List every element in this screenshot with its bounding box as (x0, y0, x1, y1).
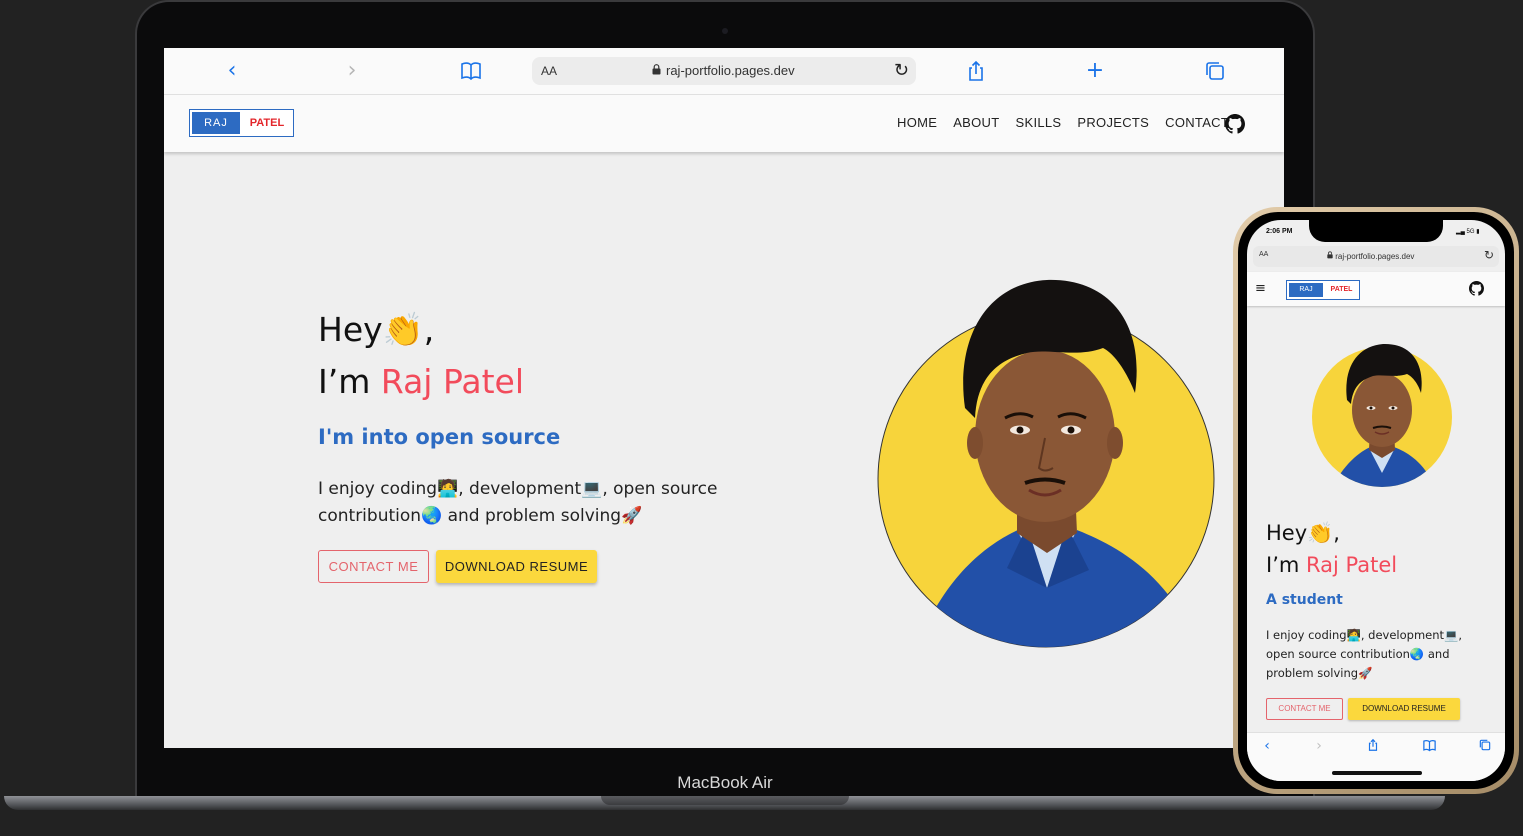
phone-logo-first-name: RAJ (1289, 283, 1323, 297)
github-icon[interactable] (1225, 114, 1245, 134)
lock-icon (652, 63, 661, 78)
phone-github-icon[interactable] (1469, 281, 1484, 296)
battery-icon: ▮ (1476, 229, 1480, 235)
phone-tabs-icon[interactable] (1476, 738, 1494, 756)
phone-home-indicator (1332, 771, 1422, 775)
phone-url-text: raj-portfolio.pages.dev (1335, 252, 1415, 261)
url-display[interactable]: raj-portfolio.pages.dev (652, 63, 795, 78)
network-label: 5G (1466, 229, 1475, 235)
hero-name: Raj Patel (380, 362, 524, 401)
phone-hero-tagline: A student (1266, 592, 1343, 608)
site-logo[interactable]: RAJ PATEL (189, 109, 294, 137)
logo-first-name: RAJ (192, 112, 240, 134)
back-icon[interactable]: ‹ (220, 59, 244, 83)
phone-status-time: 2:06 PM (1266, 228, 1293, 235)
hamburger-menu-icon[interactable]: ≡ (1255, 281, 1266, 296)
hero-description: I enjoy coding🧑‍💻, development💻, open so… (318, 479, 718, 526)
logo-last-name: PATEL (249, 117, 285, 129)
forward-icon[interactable]: › (340, 59, 364, 83)
phone-hero-intro-text: I’m (1266, 553, 1307, 577)
hero-intro: I’m Raj Patel (318, 362, 524, 401)
address-bar[interactable]: AA raj-portfolio.pages.dev ↻ (532, 57, 916, 85)
phone-contact-me-button[interactable]: CONTACT ME (1266, 698, 1343, 720)
phone-share-icon[interactable] (1364, 738, 1382, 756)
phone-hero-description: I enjoy coding🧑‍💻, development💻, open so… (1266, 628, 1463, 680)
phone-lock-icon (1327, 251, 1335, 261)
bookmarks-icon[interactable] (459, 59, 483, 83)
laptop-model-label: MacBook Air (677, 773, 773, 792)
hero-greeting: Hey👏, (318, 310, 435, 349)
phone-profile-photo (1312, 343, 1452, 487)
hero-intro-text: I’m (318, 362, 381, 401)
download-resume-button[interactable]: DOWNLOAD RESUME (436, 550, 597, 583)
phone-forward-icon[interactable]: › (1310, 738, 1328, 754)
reader-aa-button[interactable]: AA (541, 64, 557, 78)
phone-screen: 2:06 PM ▂▄ 5G ▮ AA raj-portfolio.pages.d… (1247, 220, 1505, 781)
phone-download-resume-button[interactable]: DOWNLOAD RESUME (1348, 698, 1460, 720)
profile-photo (877, 279, 1215, 648)
phone-reader-aa-button[interactable]: AA (1259, 251, 1268, 258)
laptop-camera (722, 28, 728, 34)
phone-reload-icon[interactable]: ↻ (1484, 248, 1494, 262)
laptop-screen: ‹ › AA raj-portfolio.pages.dev ↻ + RAJ P… (164, 48, 1284, 748)
phone-hero-greeting: Hey👏, (1266, 521, 1340, 545)
phone-status-signal: ▂▄ 5G ▮ (1456, 228, 1480, 235)
phone-site-navbar: ≡ RAJ PATEL (1247, 272, 1505, 306)
laptop-opening-notch (601, 796, 849, 805)
phone-site-logo[interactable]: RAJ PATEL (1286, 280, 1360, 300)
contact-me-button[interactable]: CONTACT ME (318, 550, 429, 583)
hero-tagline: I'm into open source (318, 425, 561, 449)
url-text: raj-portfolio.pages.dev (666, 63, 795, 78)
phone-bookmarks-icon[interactable] (1420, 738, 1438, 757)
phone-hero-name: Raj Patel (1306, 553, 1398, 577)
phone-url-display[interactable]: raj-portfolio.pages.dev (1327, 251, 1414, 261)
phone-address-bar[interactable]: AA raj-portfolio.pages.dev ↻ (1253, 246, 1499, 267)
phone-hero-intro: I’m Raj Patel (1266, 553, 1397, 577)
signal-icon: ▂▄ (1456, 229, 1465, 235)
phone-logo-last-name: PATEL (1330, 286, 1353, 293)
phone-notch (1309, 220, 1443, 242)
phone-browser-bottom-bar: ‹ › (1247, 732, 1505, 781)
phone-back-icon[interactable]: ‹ (1258, 738, 1276, 754)
